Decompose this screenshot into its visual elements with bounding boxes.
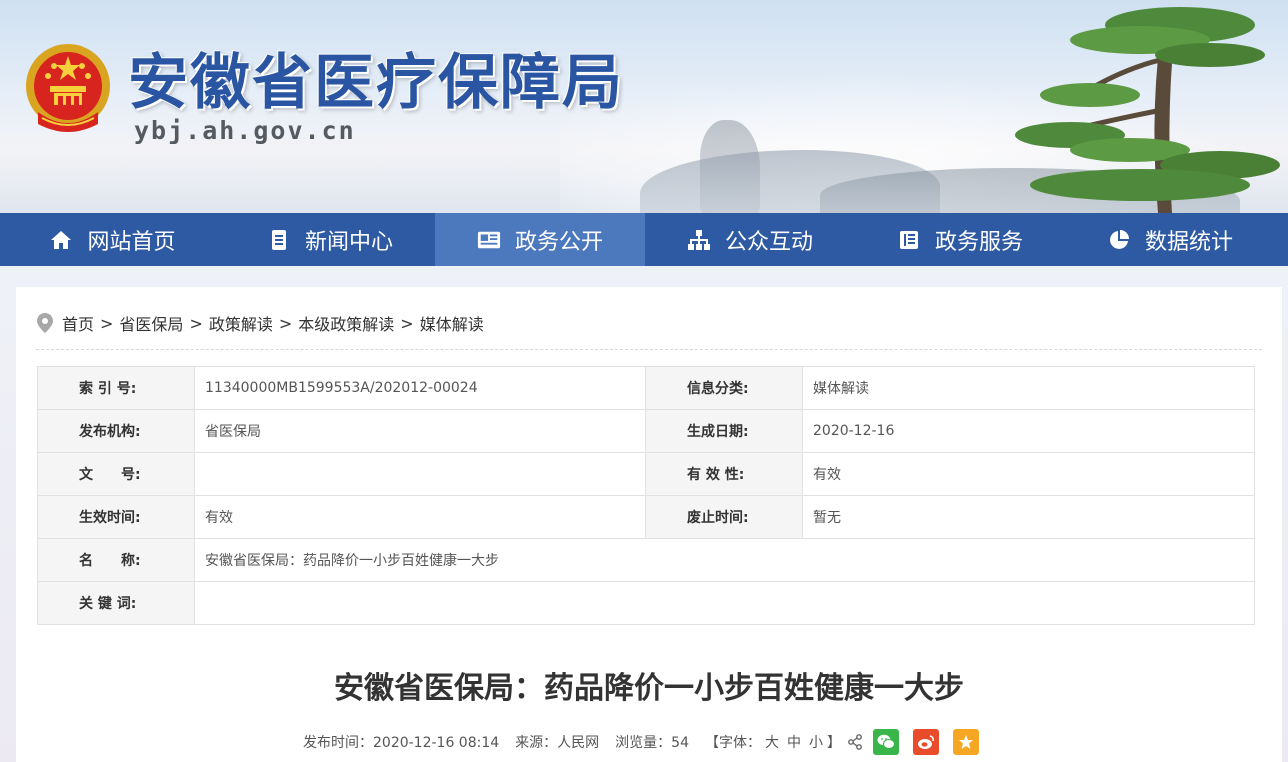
breadcrumb-separator: > (189, 313, 203, 333)
category-label: 信息分类: (645, 366, 803, 410)
nav-item-interaction[interactable]: 公众互动 (645, 213, 855, 266)
index-label: 索 引 号: (37, 366, 195, 410)
site-domain: ybj.ah.gov.cn (134, 116, 356, 145)
article-title: 安徽省医保局：药品降价一小步百姓健康一大步 (334, 671, 964, 706)
breadcrumb-media-interpretation[interactable]: 媒体解读 (420, 311, 484, 335)
nav-item-label: 政务公开 (514, 229, 603, 255)
nav-item-label: 新闻中心 (304, 229, 393, 255)
breadcrumb-separator: > (100, 313, 114, 333)
content-card: 首页 > 省医保局 > 政策解读 > 本级政策解读 > 媒体解读 索 引 号: … (16, 287, 1282, 762)
keywords-label: 关 键 词: (37, 581, 195, 625)
breadcrumb-separator: > (400, 313, 414, 333)
document-icon (267, 228, 291, 252)
view-count: 浏览量：54 (615, 735, 689, 751)
share-icon[interactable] (847, 734, 863, 750)
pie-chart-icon (1107, 228, 1131, 252)
index-value: 11340000MB1599553A/202012-00024 (194, 366, 646, 410)
validity-value: 有效 (802, 452, 1255, 496)
nav-item-label: 公众互动 (724, 229, 813, 255)
table-row: 发布机构: 省医保局 生成日期: 2020-12-16 (37, 409, 1255, 453)
validity-label: 有 效 性: (645, 452, 803, 496)
table-row: 名 称: 安徽省医保局：药品降价一小步百姓健康一大步 (37, 538, 1255, 582)
font-size-large-button[interactable]: 大 (765, 732, 779, 752)
wechat-share-button[interactable] (873, 729, 899, 755)
table-row: 关 键 词: (37, 581, 1255, 625)
table-row: 生效时间: 有效 废止时间: 暂无 (37, 495, 1255, 539)
font-size-medium-button[interactable]: 中 (787, 732, 801, 752)
nav-item-statistics[interactable]: 数据统计 (1065, 213, 1275, 266)
publisher-label: 发布机构: (37, 409, 195, 453)
nav-item-label: 网站首页 (87, 229, 176, 255)
abolish-date-label: 废止时间: (645, 495, 803, 539)
table-row: 文 号: 有 效 性: 有效 (37, 452, 1255, 496)
font-size-small-button[interactable]: 小 (809, 732, 823, 752)
doc-number-value (194, 452, 646, 496)
table-row: 索 引 号: 11340000MB1599553A/202012-00024 信… (37, 366, 1255, 410)
created-date-label: 生成日期: (645, 409, 803, 453)
breadcrumb-policy-interpretation[interactable]: 政策解读 (209, 311, 273, 335)
publish-time: 发布时间：2020-12-16 08:14 (303, 735, 500, 751)
star-icon (959, 735, 973, 749)
breadcrumb-local-policy[interactable]: 本级政策解读 (298, 311, 394, 335)
article-meta: 发布时间：2020-12-16 08:14 来源：人民网 浏览量：54 【字体：… (303, 727, 979, 757)
weibo-share-button[interactable] (913, 729, 939, 755)
breadcrumb-home[interactable]: 首页 (62, 311, 94, 335)
breadcrumb: 首页 > 省医保局 > 政策解读 > 本级政策解读 > 媒体解读 (36, 311, 484, 335)
weibo-icon (918, 735, 934, 749)
wechat-icon (877, 734, 895, 749)
divider (36, 349, 1262, 350)
favorite-button[interactable] (953, 729, 979, 755)
nav-item-label: 政务服务 (934, 229, 1023, 255)
site-title: 安徽省医疗保障局 (128, 48, 624, 118)
name-label: 名 称: (37, 538, 195, 582)
site-banner: 安徽省医疗保障局 ybj.ah.gov.cn (0, 0, 1288, 213)
nav-item-gov-affairs[interactable]: 政务公开 (435, 213, 645, 266)
sitemap-icon (687, 228, 711, 252)
effective-date-value: 有效 (194, 495, 646, 539)
created-date-value: 2020-12-16 (802, 409, 1255, 453)
pine-tree-illustration (1015, 7, 1280, 213)
files-icon (897, 228, 921, 252)
nav-item-news[interactable]: 新闻中心 (225, 213, 435, 266)
national-emblem-icon (26, 44, 110, 132)
home-icon (49, 228, 73, 252)
document-meta-table: 索 引 号: 11340000MB1599553A/202012-00024 信… (37, 366, 1255, 625)
name-value: 安徽省医保局：药品降价一小步百姓健康一大步 (194, 538, 1255, 582)
keywords-value (194, 581, 1255, 625)
main-nav: 网站首页 新闻中心 政务公开 公众互动 政务服务 数据统计 (0, 213, 1288, 266)
breadcrumb-bureau[interactable]: 省医保局 (119, 311, 183, 335)
nav-item-services[interactable]: 政务服务 (855, 213, 1065, 266)
nav-item-label: 数据统计 (1144, 229, 1233, 255)
publisher-value: 省医保局 (194, 409, 646, 453)
doc-number-label: 文 号: (37, 452, 195, 496)
breadcrumb-separator: > (278, 313, 293, 333)
font-size-label: 【字体： (705, 735, 761, 751)
abolish-date-value: 暂无 (802, 495, 1255, 539)
article-source: 来源：人民网 (515, 735, 600, 751)
location-pin-icon (37, 313, 53, 333)
newspaper-icon (477, 228, 501, 252)
category-value: 媒体解读 (802, 366, 1255, 410)
font-size-end: 】 (827, 735, 841, 751)
nav-item-home[interactable]: 网站首页 (0, 213, 225, 266)
effective-date-label: 生效时间: (37, 495, 195, 539)
